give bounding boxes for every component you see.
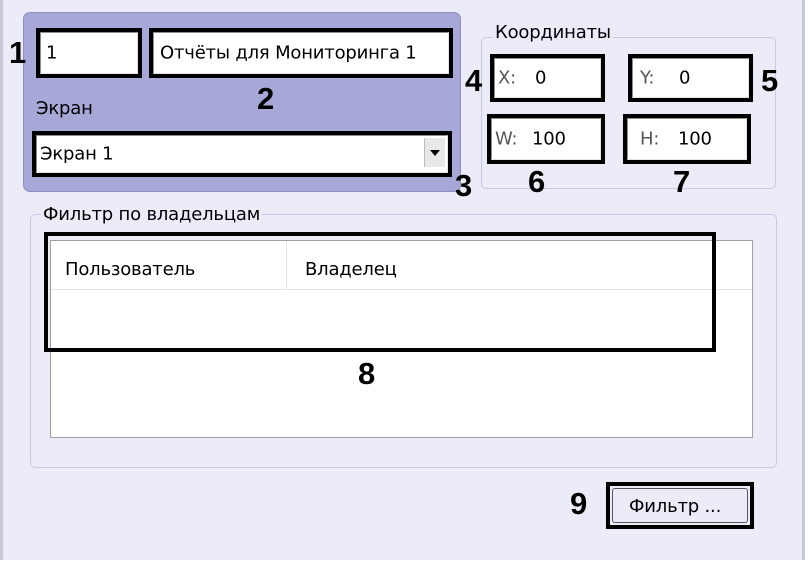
settings-panel: 1 Отчёты для Мониторинга 1 Экран Экран 1… (0, 0, 805, 560)
column-user[interactable]: Пользователь (65, 259, 195, 280)
screen-dropdown[interactable]: Экран 1 (36, 135, 448, 173)
y-label: Y: (640, 67, 655, 89)
callout-number-3: 3 (455, 168, 473, 203)
x-label: X: (498, 67, 516, 89)
id-field-value: 1 (46, 42, 58, 64)
y-field[interactable]: Y: 0 (632, 58, 749, 98)
x-field[interactable]: X: 0 (494, 58, 601, 98)
h-label: H: (640, 128, 660, 150)
w-field[interactable]: W: 100 (491, 118, 601, 160)
callout-number-1: 1 (9, 35, 27, 70)
h-value: 100 (678, 128, 712, 150)
screen-dropdown-value: Экран 1 (40, 143, 114, 165)
callout-number-4: 4 (465, 63, 483, 98)
name-field[interactable]: Отчёты для Мониторинга 1 (153, 32, 449, 74)
x-value: 0 (535, 67, 547, 89)
chevron-down-icon[interactable] (424, 138, 445, 167)
callout-number-8: 8 (358, 356, 376, 391)
column-separator[interactable] (286, 241, 287, 289)
callout-number-7: 7 (673, 164, 691, 199)
id-field[interactable]: 1 (40, 32, 138, 74)
callout-number-5: 5 (761, 63, 779, 98)
filter-button[interactable]: Фильтр ... (612, 488, 748, 523)
w-value: 100 (532, 128, 566, 150)
h-field[interactable]: H: 100 (627, 118, 747, 160)
w-label: W: (495, 128, 518, 150)
name-field-value: Отчёты для Мониторинга 1 (160, 42, 417, 64)
callout-number-2: 2 (257, 81, 275, 116)
screen-label: Экран (36, 98, 93, 119)
coordinates-legend: Координаты (493, 22, 613, 43)
owner-table[interactable]: Пользователь Владелец (50, 240, 753, 438)
y-value: 0 (679, 67, 691, 89)
column-owner[interactable]: Владелец (305, 259, 397, 280)
table-header: Пользователь Владелец (51, 241, 752, 290)
callout-number-6: 6 (528, 164, 546, 199)
owner-filter-legend: Фильтр по владельцам (41, 204, 263, 225)
filter-button-label: Фильтр ... (629, 496, 722, 517)
callout-number-9: 9 (570, 486, 588, 521)
